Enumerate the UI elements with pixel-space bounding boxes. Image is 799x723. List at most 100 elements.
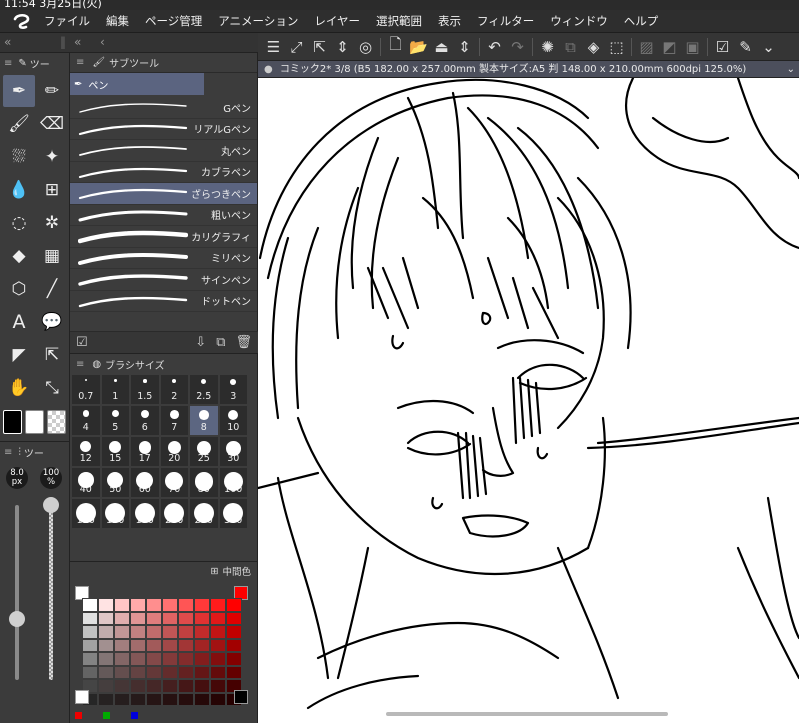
color-cell[interactable] — [130, 625, 146, 639]
brush-size-preset[interactable]: 1 — [100, 374, 130, 405]
selection-border-icon[interactable]: ▣ — [681, 36, 704, 58]
line-tool-icon[interactable]: ╱ — [36, 273, 68, 305]
brush-size-preset[interactable]: 150 — [100, 498, 130, 529]
color-cell[interactable] — [98, 598, 114, 612]
trash-icon[interactable]: 🗑 — [235, 335, 252, 350]
gradient-tool-icon[interactable]: ▦ — [36, 240, 68, 272]
decoration-tool-icon[interactable]: ✦ — [36, 141, 68, 173]
color-cell[interactable] — [146, 652, 162, 666]
color-cell[interactable] — [114, 692, 130, 706]
up-down-arrows-icon[interactable]: ⇕ — [331, 36, 354, 58]
sub-color-swatch[interactable] — [25, 410, 44, 434]
brush-size-preset[interactable]: 25 — [189, 436, 219, 467]
brush-size-preset[interactable]: 250 — [189, 498, 219, 529]
brush-size-slider-knob[interactable] — [9, 610, 25, 627]
brush-size-preset[interactable]: 6 — [130, 405, 160, 436]
color-cell[interactable] — [210, 611, 226, 625]
menu-view[interactable]: 表示 — [438, 13, 461, 29]
new-file-icon[interactable]: 🗋 — [384, 35, 407, 58]
color-cell[interactable] — [114, 625, 130, 639]
color-cell[interactable] — [194, 679, 210, 693]
opacity-slider-knob[interactable] — [43, 497, 59, 513]
color-cell[interactable] — [210, 692, 226, 706]
subtool-settings-icon[interactable]: ☑ — [76, 335, 88, 350]
color-cell[interactable] — [162, 679, 178, 693]
color-cell[interactable] — [146, 665, 162, 679]
color-cell[interactable] — [210, 598, 226, 612]
undo-icon[interactable]: ↶ — [483, 36, 506, 58]
brush-item[interactable]: ドットペン — [70, 291, 257, 312]
color-cell[interactable] — [194, 692, 210, 706]
color-cell[interactable] — [162, 665, 178, 679]
color-cell[interactable] — [114, 665, 130, 679]
color-cell[interactable] — [98, 611, 114, 625]
color-cell[interactable] — [162, 652, 178, 666]
balloon-tool-icon[interactable]: 💬 — [36, 306, 68, 338]
back-arrow-icon[interactable]: ‹ — [100, 35, 105, 49]
subtool-group[interactable]: ✒ ペン — [70, 73, 204, 95]
color-cell[interactable] — [114, 638, 130, 652]
app-logo-icon[interactable] — [0, 10, 44, 33]
menu-layer[interactable]: レイヤー — [314, 13, 360, 29]
color-cell[interactable] — [82, 665, 98, 679]
redo-icon[interactable]: ↷ — [506, 36, 529, 58]
pencil-tool-icon[interactable]: ✏ — [36, 75, 68, 107]
color-cell[interactable] — [226, 652, 242, 666]
brush-size-slider[interactable] — [15, 505, 19, 680]
color-cell[interactable] — [210, 625, 226, 639]
transform-icon[interactable]: ⬚ — [605, 36, 628, 58]
color-cell[interactable] — [210, 638, 226, 652]
brush-size-preset[interactable]: 1.5 — [130, 374, 160, 405]
document-tab[interactable]: ● コミック2* 3/8 (B5 182.00 x 257.00mm 製本サイズ… — [258, 61, 799, 78]
collapse-subtool-icon[interactable]: « — [74, 35, 81, 49]
lasso-tool-icon[interactable]: ◌ — [3, 207, 35, 239]
color-cell[interactable] — [114, 598, 130, 612]
check-brush-icon[interactable]: ☑ — [711, 36, 734, 58]
color-cell[interactable] — [162, 638, 178, 652]
bottom-left-corner-color[interactable] — [75, 690, 89, 704]
color-cell[interactable] — [194, 598, 210, 612]
brush-size-tab-icon[interactable]: ◍ — [92, 359, 101, 370]
color-cell[interactable] — [210, 652, 226, 666]
color-cell[interactable] — [146, 598, 162, 612]
color-cell[interactable] — [82, 652, 98, 666]
menu-animation[interactable]: アニメーション — [218, 13, 298, 29]
color-cell[interactable] — [130, 665, 146, 679]
color-cell[interactable] — [194, 665, 210, 679]
text-tool-icon[interactable]: A — [3, 306, 35, 338]
color-cell[interactable] — [226, 625, 242, 639]
collapse-left-icon[interactable]: « — [4, 35, 11, 49]
color-cell[interactable] — [146, 679, 162, 693]
hand-tool-icon[interactable]: ✋ — [3, 372, 35, 404]
move-tool-icon[interactable]: ⇱ — [36, 339, 68, 371]
download-icon[interactable]: ⇩ — [195, 335, 206, 350]
drawing-canvas[interactable] — [258, 78, 799, 723]
color-cell[interactable] — [162, 625, 178, 639]
color-cell[interactable] — [114, 679, 130, 693]
tab-chevron-down-icon[interactable]: ⌄ — [787, 61, 795, 77]
brush-size-preset[interactable]: 60 — [130, 467, 160, 498]
brush-size-preset[interactable]: 2 — [159, 374, 189, 405]
menu-selection[interactable]: 選択範囲 — [376, 13, 422, 29]
loading-spinner-icon[interactable]: ✺ — [536, 36, 559, 58]
brush-size-preset[interactable]: 7 — [159, 405, 189, 436]
color-cell[interactable] — [130, 598, 146, 612]
color-cell[interactable] — [98, 692, 114, 706]
chevron-down-icon[interactable]: ⌄ — [757, 36, 780, 58]
color-cell[interactable] — [226, 611, 242, 625]
main-color-swatch[interactable] — [3, 410, 22, 434]
brush-item[interactable]: リアルGペン — [70, 119, 257, 140]
canvas-scrollbar[interactable] — [386, 712, 668, 716]
color-cell[interactable] — [226, 638, 242, 652]
brush-size-preset[interactable]: 5 — [100, 405, 130, 436]
color-cell[interactable] — [194, 625, 210, 639]
clear-selection-icon[interactable]: ▨ — [635, 36, 658, 58]
menu-file[interactable]: ファイル — [44, 13, 90, 29]
brush-size-preset[interactable]: 80 — [189, 467, 219, 498]
brush-size-preset[interactable]: 100 — [218, 467, 248, 498]
pen-tool-icon[interactable]: ✒ — [3, 75, 35, 107]
brush-size-preset[interactable]: 17 — [130, 436, 160, 467]
panel-menu-icon[interactable]: ≡ — [4, 447, 12, 458]
brush-item[interactable]: Gペン — [70, 97, 257, 119]
up-down-arrows-icon-2[interactable]: ⇕ — [453, 36, 476, 58]
